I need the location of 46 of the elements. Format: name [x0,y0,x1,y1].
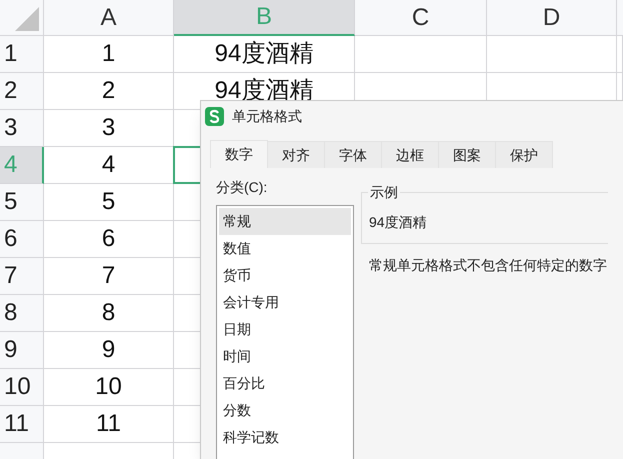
table-cell: 9 [44,332,174,369]
category-label: 分类(C): [216,178,268,197]
select-all-icon[interactable] [15,7,39,31]
table-cell: 94度酒精 [174,36,355,73]
tab[interactable]: 边框 [382,141,439,168]
table-cell: 11 [44,406,174,443]
row-header[interactable]: 9 [0,332,44,369]
category-item[interactable]: 时间 [219,343,351,370]
row-header[interactable]: 3 [0,110,44,147]
column-header[interactable] [617,0,623,36]
table-cell: 8 [44,295,174,332]
category-item[interactable]: 数值 [219,235,351,262]
tab[interactable]: 数字 [210,140,268,168]
category-item[interactable]: 日期 [219,316,351,343]
table-cell: 6 [44,221,174,258]
tab[interactable]: 字体 [325,141,382,168]
row-header[interactable]: 7 [0,258,44,295]
row-header[interactable]: 6 [0,221,44,258]
table-cell: 4 [44,147,174,184]
row-header[interactable]: 10 [0,369,44,406]
category-item[interactable]: 货币 [219,262,351,289]
table-cell: 1 [44,36,174,73]
column-header[interactable]: C [355,0,487,36]
row-header[interactable]: 8 [0,295,44,332]
row-header[interactable]: 2 [0,73,44,110]
column-header[interactable]: D [487,0,617,36]
category-item[interactable]: 分数 [219,397,351,424]
table-cell: 10 [44,369,174,406]
category-item[interactable]: 常规 [219,208,351,235]
tab[interactable]: 保护 [496,141,553,168]
table-cell: 2 [44,73,174,110]
app-logo-icon [205,106,224,126]
row-header[interactable]: 11 [0,406,44,443]
column-header[interactable]: A [44,0,174,36]
row-header[interactable]: 5 [0,184,44,221]
table-cell: 3 [44,110,174,147]
category-item[interactable]: 科学记数 [219,424,351,451]
tab[interactable]: 图案 [439,141,496,168]
format-description: 常规单元格格式不包含任何特定的数字 [369,256,608,275]
table-cell: 5 [44,184,174,221]
table-cell: 7 [44,258,174,295]
sample-value: 94度酒精 [369,212,427,232]
category-item[interactable]: 会计专用 [219,289,351,316]
row-header[interactable]: 1 [0,36,44,73]
category-item[interactable]: 百分比 [219,370,351,397]
tab[interactable]: 对齐 [268,141,325,168]
